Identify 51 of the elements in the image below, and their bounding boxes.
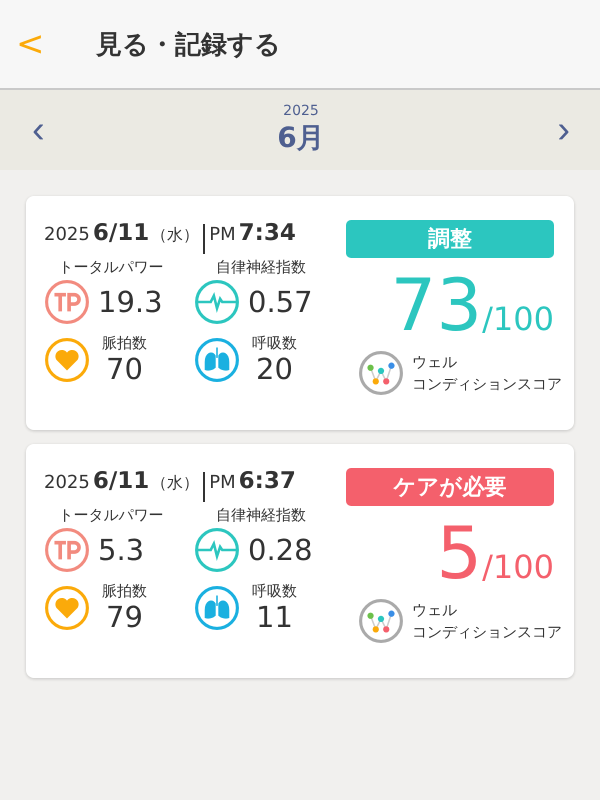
record-ampm: PM	[209, 224, 236, 245]
score-label: ウェル	[412, 352, 458, 373]
score-label: コンディションスコア	[412, 622, 562, 643]
metric-value: 5.3	[98, 533, 144, 567]
metric-value: 11	[256, 601, 293, 633]
metric-value: 0.57	[248, 285, 313, 319]
record-year: 2025	[44, 224, 90, 245]
metric-label: 脈拍数	[102, 334, 147, 353]
score-max: /100	[482, 300, 554, 338]
lungs-icon	[194, 584, 240, 630]
metric-value: 0.28	[248, 533, 313, 567]
record-ampm: PM	[209, 472, 236, 493]
score-label: コンディションスコア	[412, 374, 562, 395]
pulse-wave-icon	[194, 527, 240, 573]
metric-value: 20	[256, 353, 293, 385]
lungs-icon	[194, 336, 240, 382]
metric-label: 呼吸数	[252, 582, 297, 601]
tp-icon	[44, 527, 90, 573]
score-value: 73	[390, 262, 482, 349]
metric-label: 呼吸数	[252, 334, 297, 353]
record-weekday: （水）	[151, 225, 200, 246]
score-logo-icon	[358, 350, 404, 396]
metric-value: 70	[106, 353, 143, 385]
year-label: 2025	[283, 103, 319, 119]
record-time: 7:34	[238, 220, 296, 246]
metric-value: 19.3	[98, 285, 163, 319]
record-date: 6/11	[92, 220, 150, 246]
record-card[interactable]: 2025 6/11（水） PM 7:34 トータルパワー 19.3 自律神経指数 0.57 脈拍数 70 呼吸数 20 調整 73/100 ウェル コンディションスコア	[26, 196, 574, 430]
record-year: 2025	[44, 472, 90, 493]
pulse-wave-icon	[194, 279, 240, 325]
score-max: /100	[482, 548, 554, 586]
month-label: 6月	[277, 120, 325, 156]
metric-label: 脈拍数	[102, 582, 147, 601]
status-badge: 調整	[346, 220, 554, 258]
status-badge: ケアが必要	[346, 468, 554, 506]
next-month-button[interactable]: ›	[549, 108, 578, 152]
previous-month-button[interactable]: ‹	[24, 108, 53, 152]
record-date: 6/11	[92, 468, 150, 494]
score-value: 5	[436, 510, 482, 597]
record-weekday: （水）	[151, 473, 200, 494]
page-title: 見る・記録する	[96, 28, 281, 62]
metric-label: 自律神経指数	[215, 506, 307, 526]
metric-label: 自律神経指数	[215, 258, 307, 278]
score-logo-icon	[358, 598, 404, 644]
metric-label: トータルパワー	[58, 258, 164, 278]
record-card[interactable]: 2025 6/11（水） PM 6:37 トータルパワー 5.3 自律神経指数 0.28 脈拍数 79 呼吸数 11 ケアが必要 5/100 ウェル コンディションスコア	[26, 444, 574, 678]
metric-label: トータルパワー	[58, 506, 164, 526]
record-time: 6:37	[238, 468, 296, 494]
score-label: ウェル	[412, 600, 458, 621]
metric-value: 79	[106, 601, 143, 633]
tp-icon	[44, 279, 90, 325]
